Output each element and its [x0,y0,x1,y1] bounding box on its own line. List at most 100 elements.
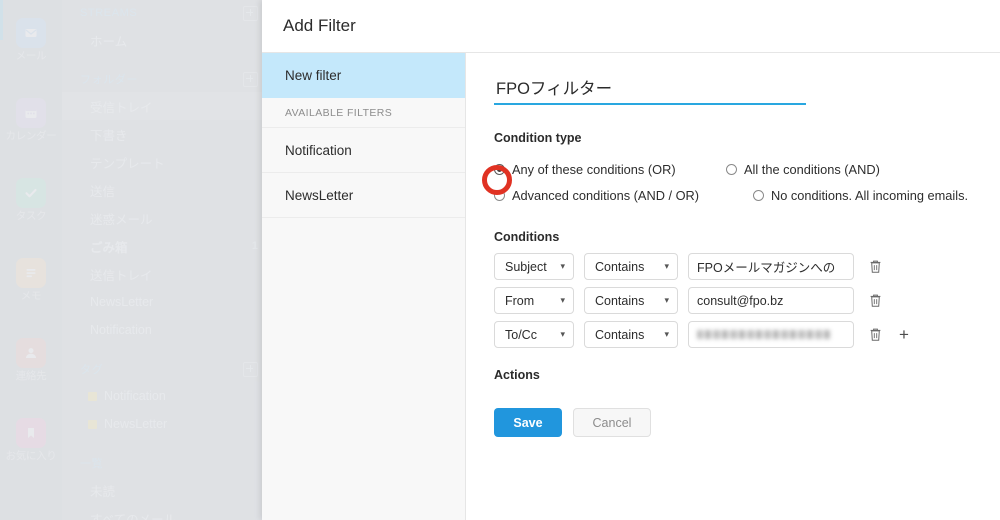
condition-value-input[interactable] [688,321,854,348]
chevron-down-icon: ▾ [560,295,565,305]
rail-item-label: メール [15,49,47,62]
chevron-down-icon: ▾ [560,261,565,271]
pane-item-テンプレート[interactable]: テンプレート [62,148,272,176]
pane-item-未読[interactable]: 未読 [62,476,272,504]
rail-item-タスク[interactable]: タスク [0,160,62,240]
add-icon[interactable] [243,5,258,21]
pane-section-title: タグ [80,364,104,376]
pane-item-Notification[interactable]: Notification [62,316,272,344]
folder-pane[interactable]: STREAMS ホームフォルダー受信トレイ 下書きテンプレート送信迷惑メールごみ箱 1… [62,0,272,520]
filter-list-item-label: NewsLetter [285,187,354,203]
radio-icon [494,189,505,201]
pane-item-ごみ箱[interactable]: ごみ箱 1 [62,232,272,260]
rail-active-indicator [0,0,3,40]
chevron-down-icon: ▾ [664,329,669,339]
radio-label: No conditions. All incoming emails. [771,187,969,203]
condition-field-label: From [505,293,535,308]
condition-value-input[interactable] [688,287,854,314]
dialog-title: Add Filter [283,16,356,35]
condition-value-input[interactable] [688,253,854,280]
save-button[interactable]: Save [494,408,562,437]
pane-item-label: Notification [104,389,166,403]
pane-item-NewsLetter[interactable]: NewsLetter [62,410,272,438]
actions-label: Actions [494,368,540,382]
chevron-down-icon: ▾ [664,295,669,305]
radio-icon [494,163,505,175]
screen-root: メールカレンダータスクメモ連絡先お気に入り STREAMS ホームフォルダー受信ト… [0,0,1000,520]
conditions-label: Conditions [494,230,560,244]
pane-item-label: Notification [90,323,152,337]
pane-spacer [62,344,272,356]
radio-label: Advanced conditions (AND / OR) [512,187,700,203]
tag-color-dot [88,419,97,429]
filter-list-item-new-filter[interactable]: New filter [262,53,465,98]
condition-row: Subject ▾ Contains ▾ [494,253,1000,280]
radio-advanced-conditions[interactable]: Advanced conditions (AND / OR) [494,188,726,203]
pane-item-label: テンプレート [90,156,165,171]
condition-field-label: Subject [505,259,547,274]
condition-type-row-2: Advanced conditions (AND / OR) No condit… [494,182,1000,208]
rail-item-カレンダー[interactable]: カレンダー [0,80,62,160]
condition-field-select[interactable]: From ▾ [494,287,574,314]
add-icon[interactable] [243,71,258,87]
radio-any-of-these-conditions[interactable]: Any of these conditions (OR) [494,162,726,177]
add-icon[interactable] [243,361,258,377]
pane-item-label: すべてのメール [90,512,177,520]
filter-list-item-label: New filter [285,67,342,83]
pane-item-送信[interactable]: 送信 [62,176,272,204]
cancel-button[interactable]: Cancel [573,408,651,437]
available-filters-header: AVAILABLE FILTERS [262,98,465,128]
condition-operator-select[interactable]: Contains ▾ [584,287,678,314]
radio-icon [726,163,737,175]
condition-field-select[interactable]: To/Cc ▾ [494,321,574,348]
filter-list-item-NewsLetter[interactable]: NewsLetter [262,173,465,218]
conditions-list: Subject▾Contains▾From▾Contains▾To/Cc▾Con… [494,253,1000,348]
rail-item-label: お気に入り [5,449,57,462]
tag-color-dot [88,391,97,401]
radio-all-the-conditions[interactable]: All the conditions (AND) [726,162,880,177]
pane-item-受信トレイ[interactable]: 受信トレイ [62,92,272,120]
pane-section-title: フォルダー [80,74,138,86]
rail-item-label: タスク [15,209,47,222]
rail-item-label: メモ [20,289,42,302]
background-app: メールカレンダータスクメモ連絡先お気に入り STREAMS ホームフォルダー受信ト… [0,0,272,520]
pane-section-title: 一覧 [80,458,104,470]
rail-item-メール[interactable]: メール [0,0,62,80]
condition-operator-label: Contains [595,259,645,274]
condition-operator-select[interactable]: Contains ▾ [584,321,678,348]
condition-type-radio-group: Any of these conditions (OR) All the con… [494,156,1000,208]
filter-list-panel: New filter AVAILABLE FILTERS Notificatio… [262,53,466,520]
condition-row: To/Cc ▾ Contains ▾ + [494,321,1000,348]
rail-item-連絡先[interactable]: 連絡先 [0,320,62,400]
pane-item-label: NewsLetter [90,295,154,309]
condition-operator-select[interactable]: Contains ▾ [584,253,678,280]
pane-item-ホーム[interactable]: ホーム [62,26,272,54]
filter-name-input[interactable] [494,77,806,105]
radio-no-conditions[interactable]: No conditions. All incoming emails. [753,188,968,203]
pane-item-下書き[interactable]: 下書き [62,120,272,148]
plus-icon[interactable]: + [897,326,911,343]
pane-item-すべてのメール[interactable]: すべてのメール [62,504,272,520]
rail-item-お気に入り[interactable]: お気に入り [0,400,62,480]
condition-field-select[interactable]: Subject ▾ [494,253,574,280]
contact-icon [16,337,46,368]
pane-item-label: NewsLetter [104,417,168,431]
trash-icon[interactable] [867,258,883,276]
radio-label: Any of these conditions (OR) [512,161,676,177]
filter-list-item-Notification[interactable]: Notification [262,128,465,173]
pane-item-迷惑メール[interactable]: 迷惑メール [62,204,272,232]
condition-field-label: To/Cc [505,327,537,342]
pane-item-NewsLetter[interactable]: NewsLetter [62,288,272,316]
pane-section-STREAMS: STREAMS [62,0,272,26]
pane-item-Notification[interactable]: Notification [62,382,272,410]
rail-item-メモ[interactable]: メモ [0,240,62,320]
redacted-text [697,330,831,339]
pane-item-送信トレイ[interactable]: 送信トレイ [62,260,272,288]
pane-item-label: 迷惑メール [90,212,153,227]
filter-list-item-label: Notification [285,142,352,158]
pane-item-count: 1 [251,240,258,252]
app-rail: メールカレンダータスクメモ連絡先お気に入り [0,0,62,520]
trash-icon[interactable] [867,326,883,344]
add-filter-dialog: Add Filter New filter AVAILABLE FILTERS … [262,0,1000,520]
trash-icon[interactable] [867,292,883,310]
